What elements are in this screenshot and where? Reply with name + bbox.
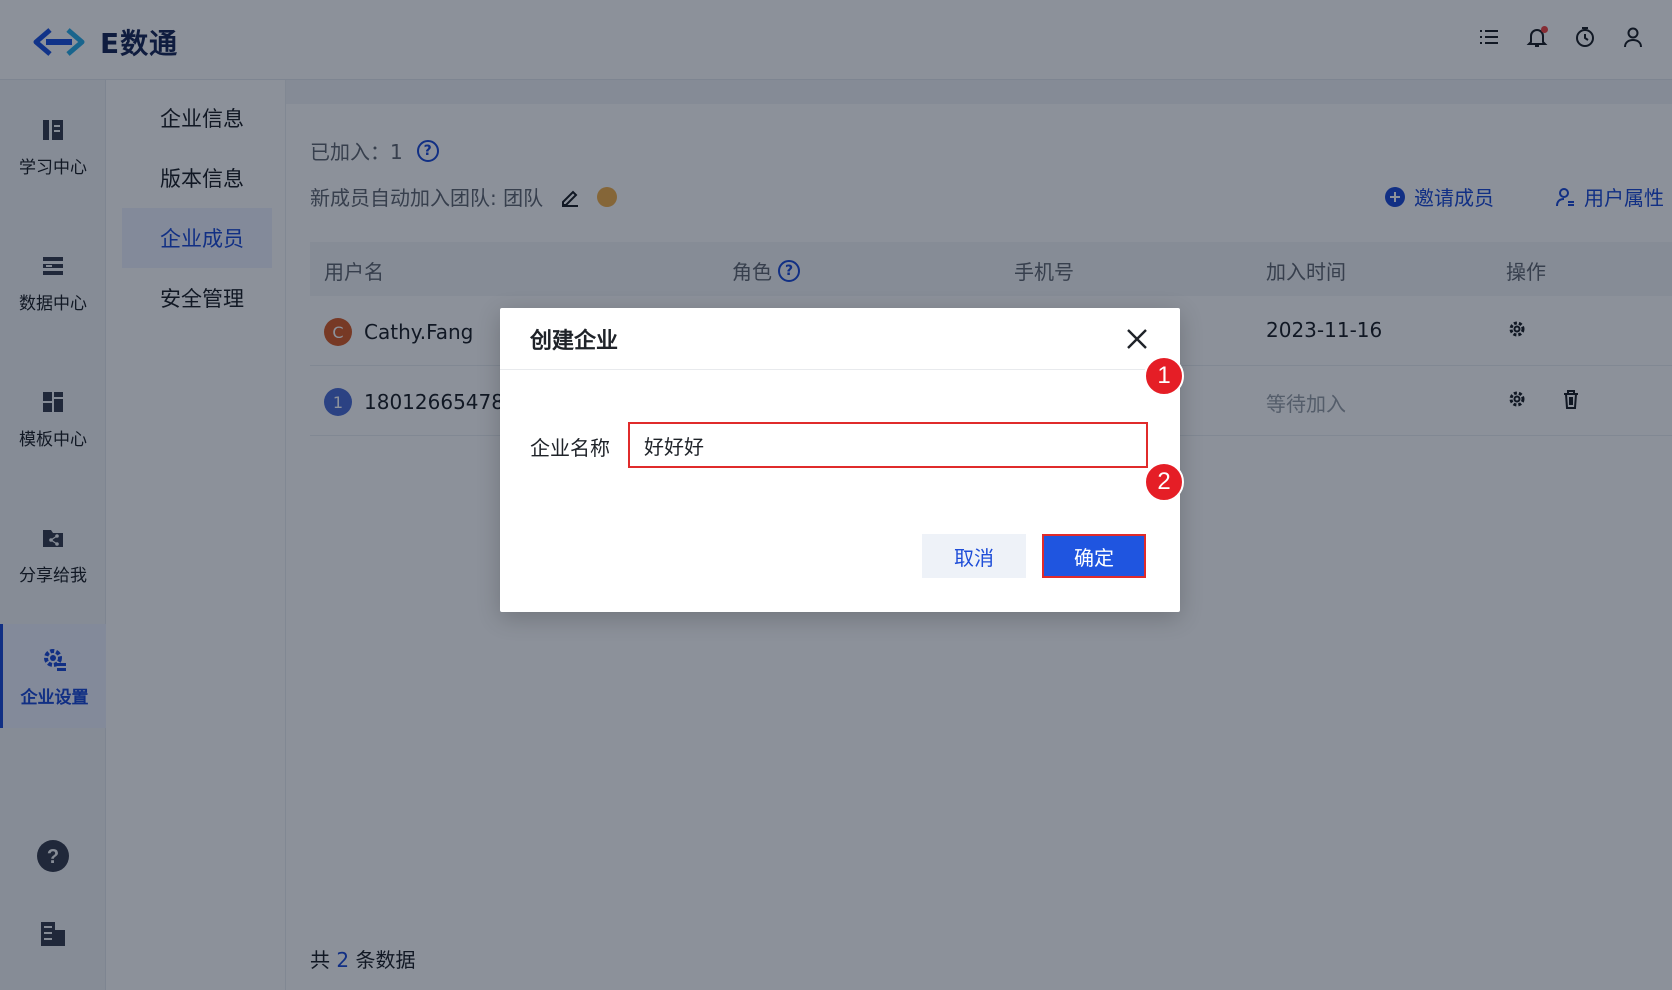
step-marker-1: 1 (1144, 356, 1184, 396)
create-enterprise-dialog: 创建企业 企业名称 取消 确定 (500, 308, 1180, 612)
dialog-title: 创建企业 (530, 328, 619, 354)
cancel-button[interactable]: 取消 (922, 534, 1026, 578)
dialog-header: 创建企业 (500, 308, 1180, 370)
enterprise-name-input[interactable] (628, 422, 1148, 468)
step-marker-2: 2 (1144, 462, 1184, 502)
confirm-button[interactable]: 确定 (1042, 534, 1146, 578)
close-icon[interactable] (1124, 326, 1150, 352)
enterprise-name-label: 企业名称 (530, 436, 610, 460)
